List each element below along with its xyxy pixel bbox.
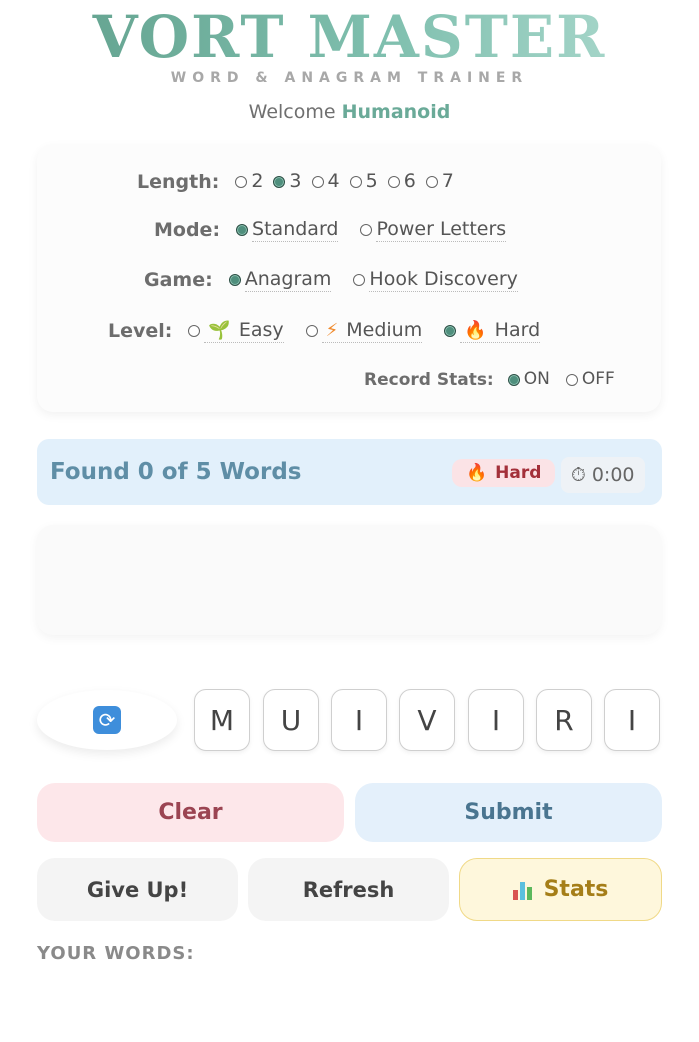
mode-radio-standard[interactable] [236,224,249,236]
your-words-label: YOUR WORDS: [37,943,195,964]
letter-tile[interactable]: M [194,689,250,751]
length-option-3[interactable]: 3 [273,170,302,193]
length-radio-4[interactable] [311,175,324,188]
fire-icon: 🔥 [466,463,488,483]
found-words-area [37,525,661,635]
level-radio-hard[interactable] [444,325,457,337]
length-row: Length: 2 3 4 5 6 7 [137,170,464,193]
level-radio-easy[interactable] [188,325,201,337]
length-radio-3[interactable] [273,175,286,188]
length-option-5[interactable]: 5 [349,170,378,193]
letter-tile[interactable]: I [604,689,660,751]
length-option-6[interactable]: 6 [387,170,416,193]
stopwatch-icon: ⏱ [571,464,586,486]
game-option-hook-discovery[interactable]: Hook Discovery [353,268,518,292]
app-subtitle: WORD & ANAGRAM TRAINER [170,70,529,86]
mode-option-power-letters[interactable]: Power Letters [360,218,507,242]
letter-tile[interactable]: I [331,689,387,751]
game-row: Game: Anagram Hook Discovery [144,268,540,292]
progress-bar-panel: Found 0 of 5 Words 🔥 Hard ⏱ 0:00 [37,439,662,505]
length-radio-6[interactable] [387,175,400,188]
submit-button[interactable]: Submit [355,783,662,842]
length-radio-2[interactable] [235,175,248,188]
letter-tile[interactable]: U [263,689,319,751]
username: Humanoid [341,101,451,123]
refresh-button[interactable]: Refresh [248,858,449,921]
found-count: Found 0 of 5 Words [50,459,302,485]
letter-tile[interactable]: R [536,689,592,751]
letter-tile[interactable]: I [468,689,524,751]
game-radio-anagram[interactable] [228,274,241,286]
record-stats-radio-off[interactable] [565,373,578,386]
record-stats-radio-on[interactable] [507,373,520,386]
length-label: Length: [137,170,220,193]
level-radio-medium[interactable] [305,325,318,337]
level-option-hard[interactable]: 🔥 Hard [444,319,541,343]
settings-panel: Length: 2 3 4 5 6 7 Mode: Standard Power… [37,145,661,412]
record-stats-off[interactable]: OFF [565,369,615,390]
mode-radio-power-letters[interactable] [360,224,373,236]
mode-row: Mode: Standard Power Letters [154,218,528,242]
game-label: Game: [144,269,213,291]
level-option-medium[interactable]: ⚡ Medium [305,319,423,343]
level-option-easy[interactable]: 🌱 Easy [188,319,284,343]
give-up-button[interactable]: Give Up! [37,858,238,921]
level-row: Level: 🌱 Easy ⚡ Medium 🔥 Hard [108,319,562,343]
length-option-7[interactable]: 7 [425,170,454,193]
record-stats-row: Record Stats: ON OFF [364,369,625,390]
record-stats-label: Record Stats: [364,369,494,390]
shuffle-icon: ⟳ [93,706,121,734]
timer: ⏱ 0:00 [561,457,645,493]
bar-chart-icon [512,880,532,900]
game-option-anagram[interactable]: Anagram [228,268,332,292]
seedling-icon: 🌱 [208,320,231,341]
app-title: VORT MASTER [0,6,699,68]
lightning-icon: ⚡ [325,320,339,341]
clear-button[interactable]: Clear [37,783,344,842]
stats-button[interactable]: Stats [459,858,662,921]
welcome-prefix: Welcome [248,101,336,123]
mode-label: Mode: [154,219,221,241]
welcome-message: Welcome Humanoid [0,101,699,123]
letter-tile[interactable]: V [399,689,455,751]
length-option-4[interactable]: 4 [311,170,340,193]
shuffle-button[interactable]: ⟳ [37,690,177,750]
level-label: Level: [108,320,173,342]
length-radio-5[interactable] [349,175,362,188]
game-radio-hook-discovery[interactable] [353,274,366,286]
fire-icon: 🔥 [464,320,487,341]
difficulty-badge: 🔥 Hard [452,459,556,487]
length-radio-7[interactable] [425,175,438,188]
record-stats-on[interactable]: ON [507,369,550,390]
length-option-2[interactable]: 2 [235,170,263,193]
mode-option-standard[interactable]: Standard [236,218,339,242]
